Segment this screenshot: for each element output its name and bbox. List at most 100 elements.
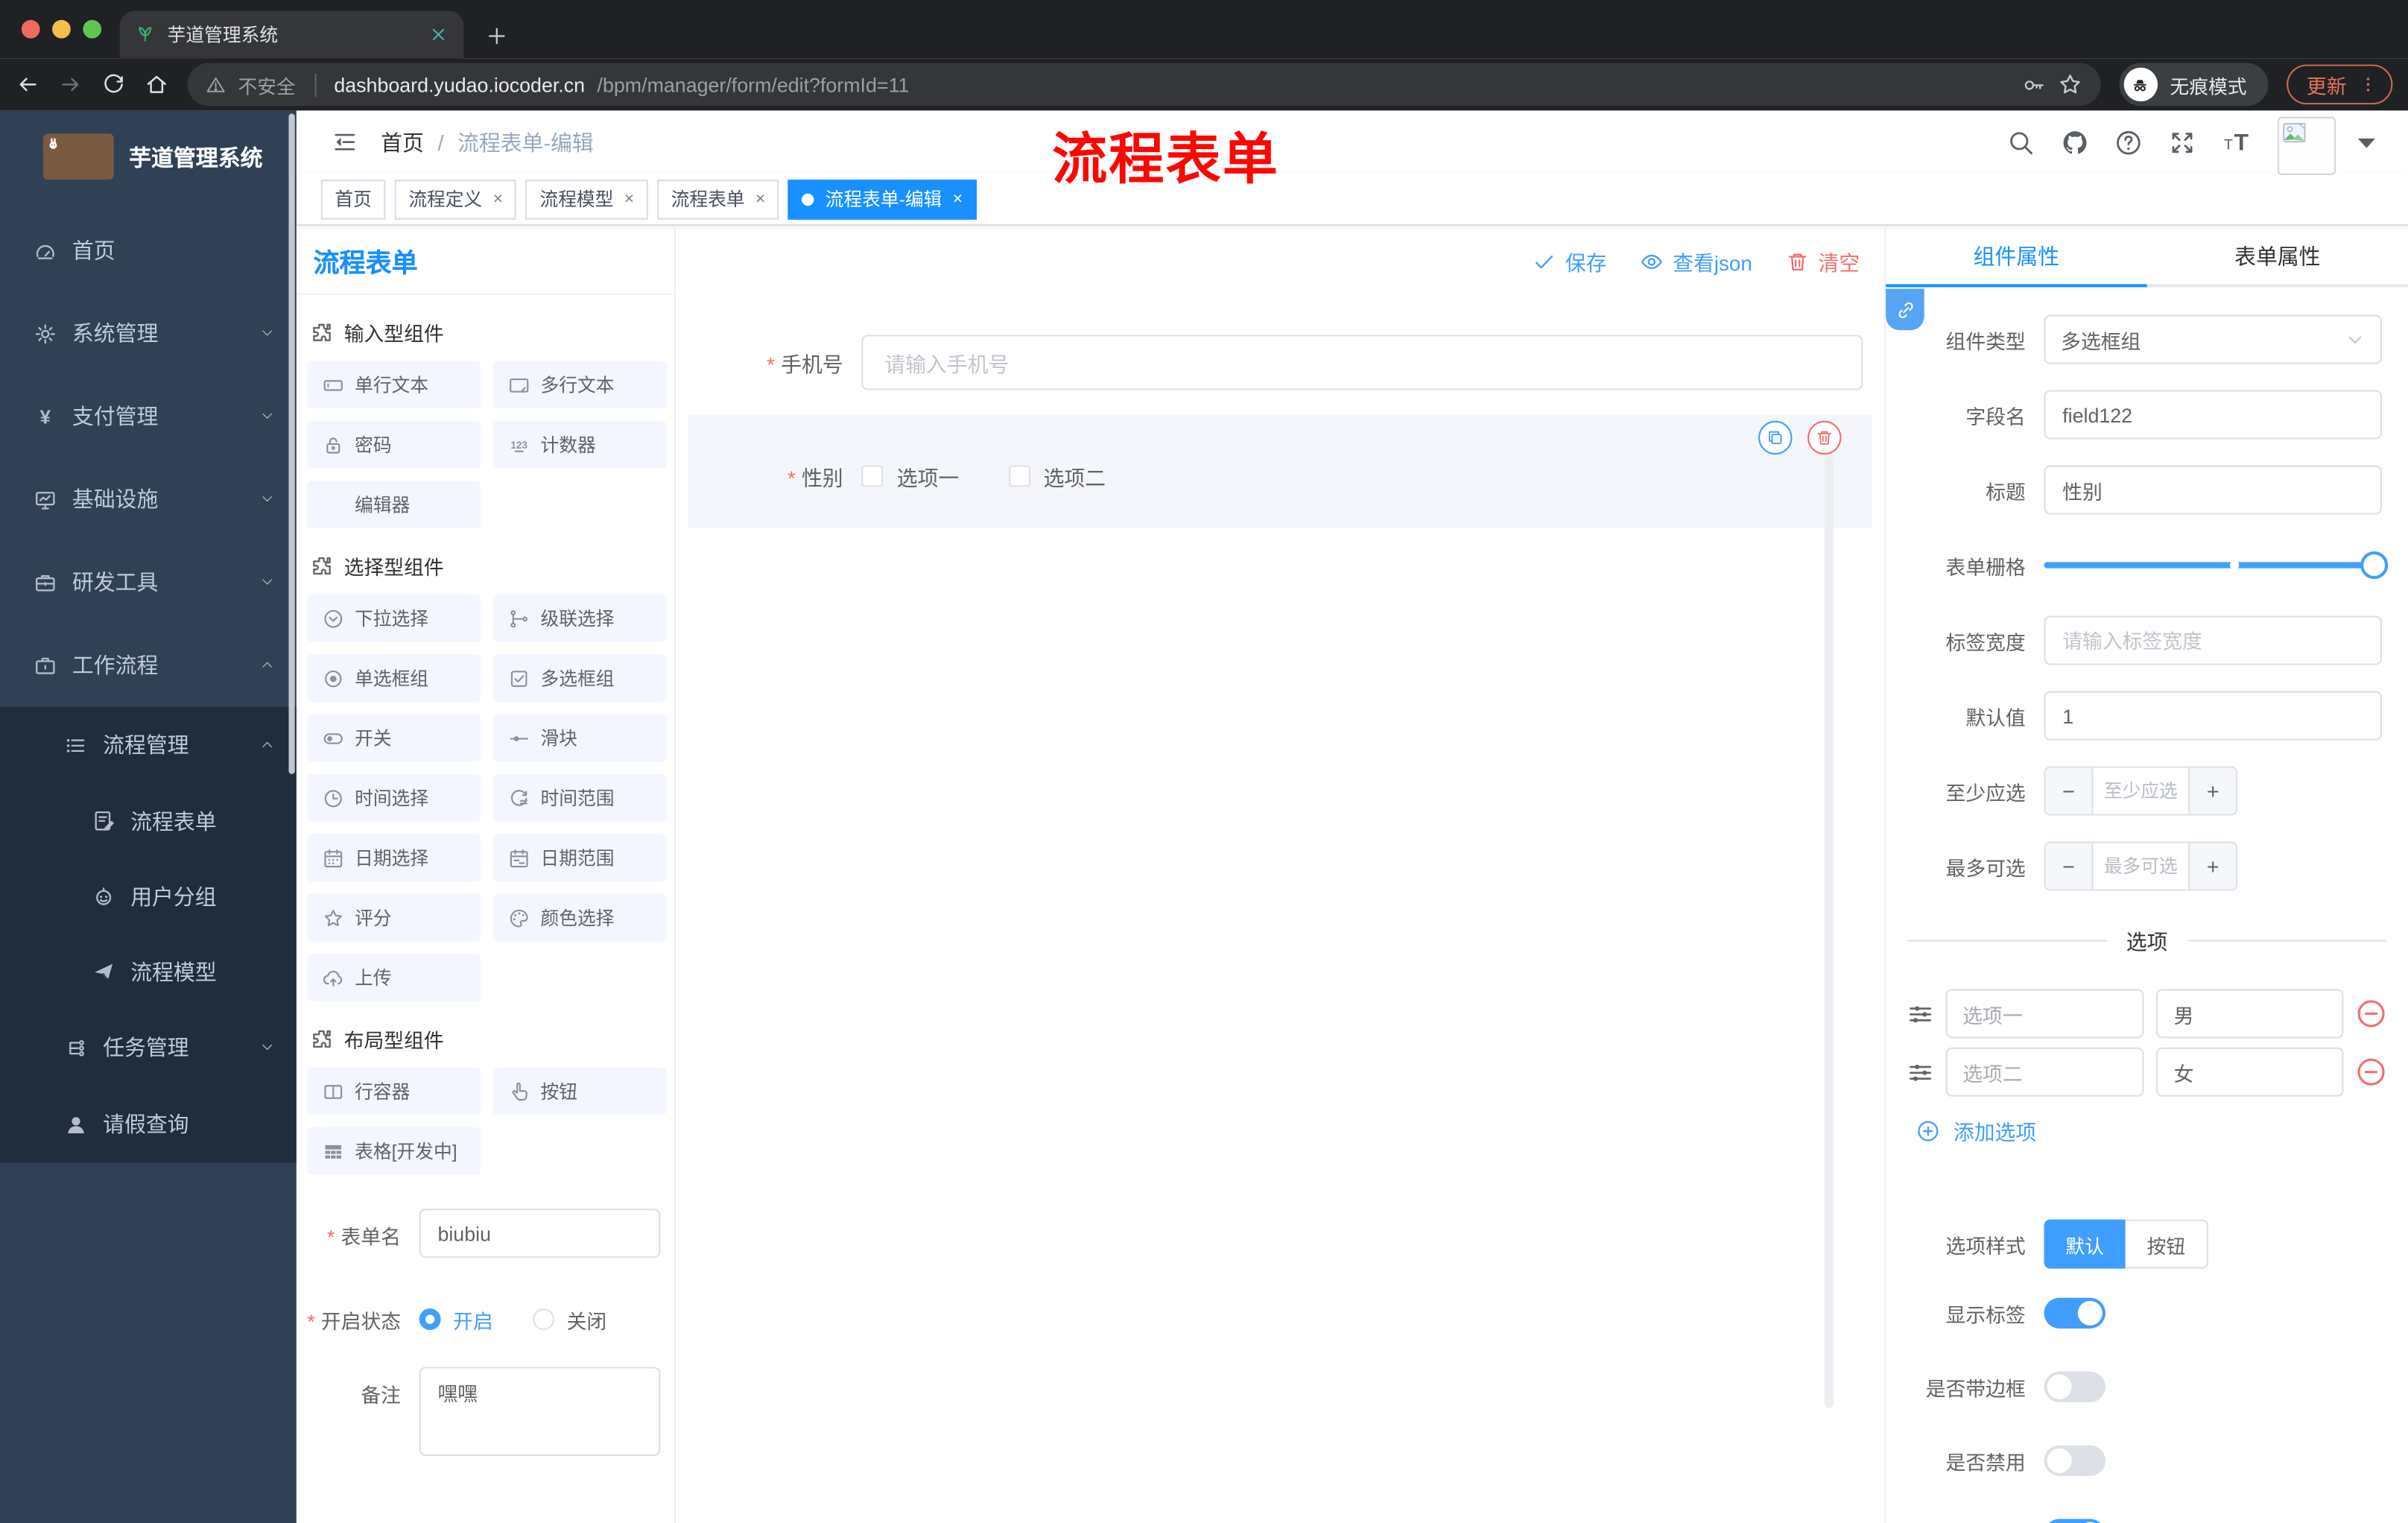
chip-日期范围[interactable]: 日期范围 (492, 834, 667, 882)
checkbox-box[interactable] (861, 465, 884, 487)
chip-按钮[interactable]: 按钮 (492, 1067, 667, 1115)
canvas-scrollbar[interactable] (1824, 456, 1834, 1409)
chip-多行文本[interactable]: 多行文本 (492, 361, 667, 409)
toggle-switch-显示标签[interactable] (2044, 1297, 2106, 1329)
status-radio-on[interactable]: 开启 (419, 1305, 493, 1334)
tag-流程表单[interactable]: 流程表单 × (657, 179, 779, 219)
chip-时间范围[interactable]: 时间范围 (492, 773, 667, 822)
chip-颜色选择[interactable]: 颜色选择 (492, 893, 667, 942)
remove-option-button[interactable] (2356, 1057, 2386, 1087)
selected-component[interactable]: 性别 选项一 选项二 (688, 414, 1872, 529)
slider-handle[interactable] (2360, 551, 2389, 580)
sidebar-item-支付管理[interactable]: ¥ 支付管理 (0, 375, 297, 457)
chip-单行文本[interactable]: 单行文本 (307, 361, 481, 409)
gender-checkbox-1[interactable]: 选项一 (861, 460, 959, 491)
field-name-input[interactable] (2044, 390, 2382, 440)
gender-checkbox-2[interactable]: 选项二 (1008, 460, 1106, 491)
address-bar[interactable]: 不安全 dashboard.yudao.iocoder.cn/bpm/manag… (187, 63, 2101, 107)
stepper-minus-button[interactable]: − (2045, 767, 2094, 814)
max-select-input[interactable] (2093, 843, 2189, 890)
chip-行容器[interactable]: 行容器 (307, 1067, 481, 1115)
component-type-select[interactable]: 多选框组 (2044, 314, 2382, 364)
delete-component-button[interactable] (1807, 420, 1842, 455)
chip-多选框组[interactable]: 多选框组 (492, 654, 667, 702)
chip-单选框组[interactable]: 单选框组 (307, 654, 481, 702)
tag-流程定义[interactable]: 流程定义 × (394, 179, 517, 219)
sidebar-item-首页[interactable]: 首页 (0, 209, 297, 291)
sidebar-item-请假查询[interactable]: 请假查询 (0, 1086, 297, 1162)
fullscreen-icon[interactable] (2168, 128, 2196, 156)
tab-close-icon[interactable] (428, 25, 449, 45)
breadcrumb-home[interactable]: 首页 (381, 127, 424, 157)
style-default-button[interactable]: 默认 (2044, 1219, 2126, 1269)
bookmark-star-icon[interactable] (2058, 72, 2082, 97)
option-handle-icon[interactable] (1907, 1059, 1933, 1085)
stepper-minus-button[interactable]: − (2045, 843, 2094, 890)
chip-日期选择[interactable]: 日期选择 (307, 834, 481, 882)
chip-上传[interactable]: 上传 (307, 954, 481, 1001)
label-width-input[interactable] (2044, 615, 2382, 665)
stepper-plus-button[interactable]: + (2188, 767, 2237, 814)
tag-流程表单-编辑[interactable]: 流程表单-编辑 × (788, 179, 977, 219)
tag-close-icon[interactable]: × (493, 190, 503, 209)
tab-component-props[interactable]: 组件属性 (1886, 226, 2147, 288)
chip-滑块[interactable]: 滑块 (492, 714, 667, 762)
tab-form-props[interactable]: 表单属性 (2147, 226, 2408, 287)
back-button[interactable] (16, 72, 40, 97)
phone-input[interactable]: 请输入手机号 (861, 335, 1863, 390)
add-option-button[interactable]: 添加选项 (1916, 1115, 2408, 1145)
form-name-input[interactable] (419, 1209, 661, 1258)
sidebar-item-工作流程[interactable]: 工作流程 (0, 624, 297, 706)
checkbox-box[interactable] (1008, 465, 1030, 487)
clear-button[interactable]: 清空 (1786, 246, 1860, 276)
github-icon[interactable] (2061, 128, 2088, 156)
chip-编辑器[interactable]: 编辑器 (307, 481, 481, 529)
sidebar-item-基础设施[interactable]: 基础设施 (0, 457, 297, 540)
minimize-window-button[interactable] (52, 19, 71, 39)
chip-评分[interactable]: 评分 (307, 893, 481, 942)
option-value-input[interactable] (2156, 989, 2344, 1039)
form-remark-textarea[interactable]: 嘿嘿 (419, 1367, 661, 1457)
kebab-menu-icon[interactable] (2359, 75, 2377, 94)
chip-计数器[interactable]: 123 计数器 (492, 420, 667, 469)
chip-开关[interactable]: 开关 (307, 714, 481, 762)
avatar-caret-icon[interactable] (2353, 128, 2380, 156)
toggle-switch-是否必填[interactable] (2044, 1519, 2106, 1523)
toggle-switch-是否禁用[interactable] (2044, 1445, 2106, 1476)
reload-button[interactable] (101, 72, 126, 97)
help-icon[interactable] (2114, 128, 2142, 156)
default-value-input[interactable] (2044, 691, 2382, 741)
tag-首页[interactable]: 首页 (320, 179, 386, 219)
sidebar-item-流程表单[interactable]: 流程表单 (0, 783, 297, 858)
sidebar-item-任务管理[interactable]: 任务管理 (0, 1009, 297, 1086)
status-radio-off[interactable]: 关闭 (533, 1305, 606, 1334)
chip-下拉选择[interactable]: 下拉选择 (307, 594, 481, 642)
hamburger-button[interactable] (297, 129, 381, 155)
option-label-input[interactable] (1945, 1047, 2145, 1097)
link-tag[interactable] (1886, 288, 1924, 331)
sidebar-item-研发工具[interactable]: 研发工具 (0, 541, 297, 624)
tag-close-icon[interactable]: × (624, 190, 634, 209)
save-button[interactable]: 保存 (1533, 246, 1607, 276)
sidebar-scrollbar[interactable] (288, 113, 295, 774)
tag-流程模型[interactable]: 流程模型 × (525, 179, 648, 219)
chip-级联选择[interactable]: 级联选择 (492, 594, 667, 642)
style-button-button[interactable]: 按钮 (2125, 1219, 2209, 1269)
sidebar-item-用户分组[interactable]: 用户分组 (0, 858, 297, 934)
browser-tab[interactable]: 芋道管理系统 (119, 10, 464, 59)
option-value-input[interactable] (2156, 1047, 2344, 1097)
title-input[interactable] (2044, 465, 2382, 515)
toggle-switch-是否带边框[interactable] (2044, 1371, 2106, 1402)
key-icon[interactable] (2023, 73, 2046, 96)
sidebar-item-流程管理[interactable]: 流程管理 (0, 706, 297, 783)
sidebar-item-流程模型[interactable]: 流程模型 (0, 934, 297, 1009)
new-tab-button[interactable] (485, 25, 508, 48)
stepper-plus-button[interactable]: + (2188, 843, 2237, 890)
update-button[interactable]: 更新 (2287, 64, 2393, 105)
chip-表格[开发中][interactable]: 表格[开发中] (307, 1127, 481, 1175)
copy-component-button[interactable] (1758, 420, 1793, 455)
search-icon[interactable] (2007, 128, 2035, 156)
tag-close-icon[interactable]: × (953, 190, 963, 209)
option-handle-icon[interactable] (1907, 1001, 1933, 1027)
option-label-input[interactable] (1945, 989, 2145, 1039)
